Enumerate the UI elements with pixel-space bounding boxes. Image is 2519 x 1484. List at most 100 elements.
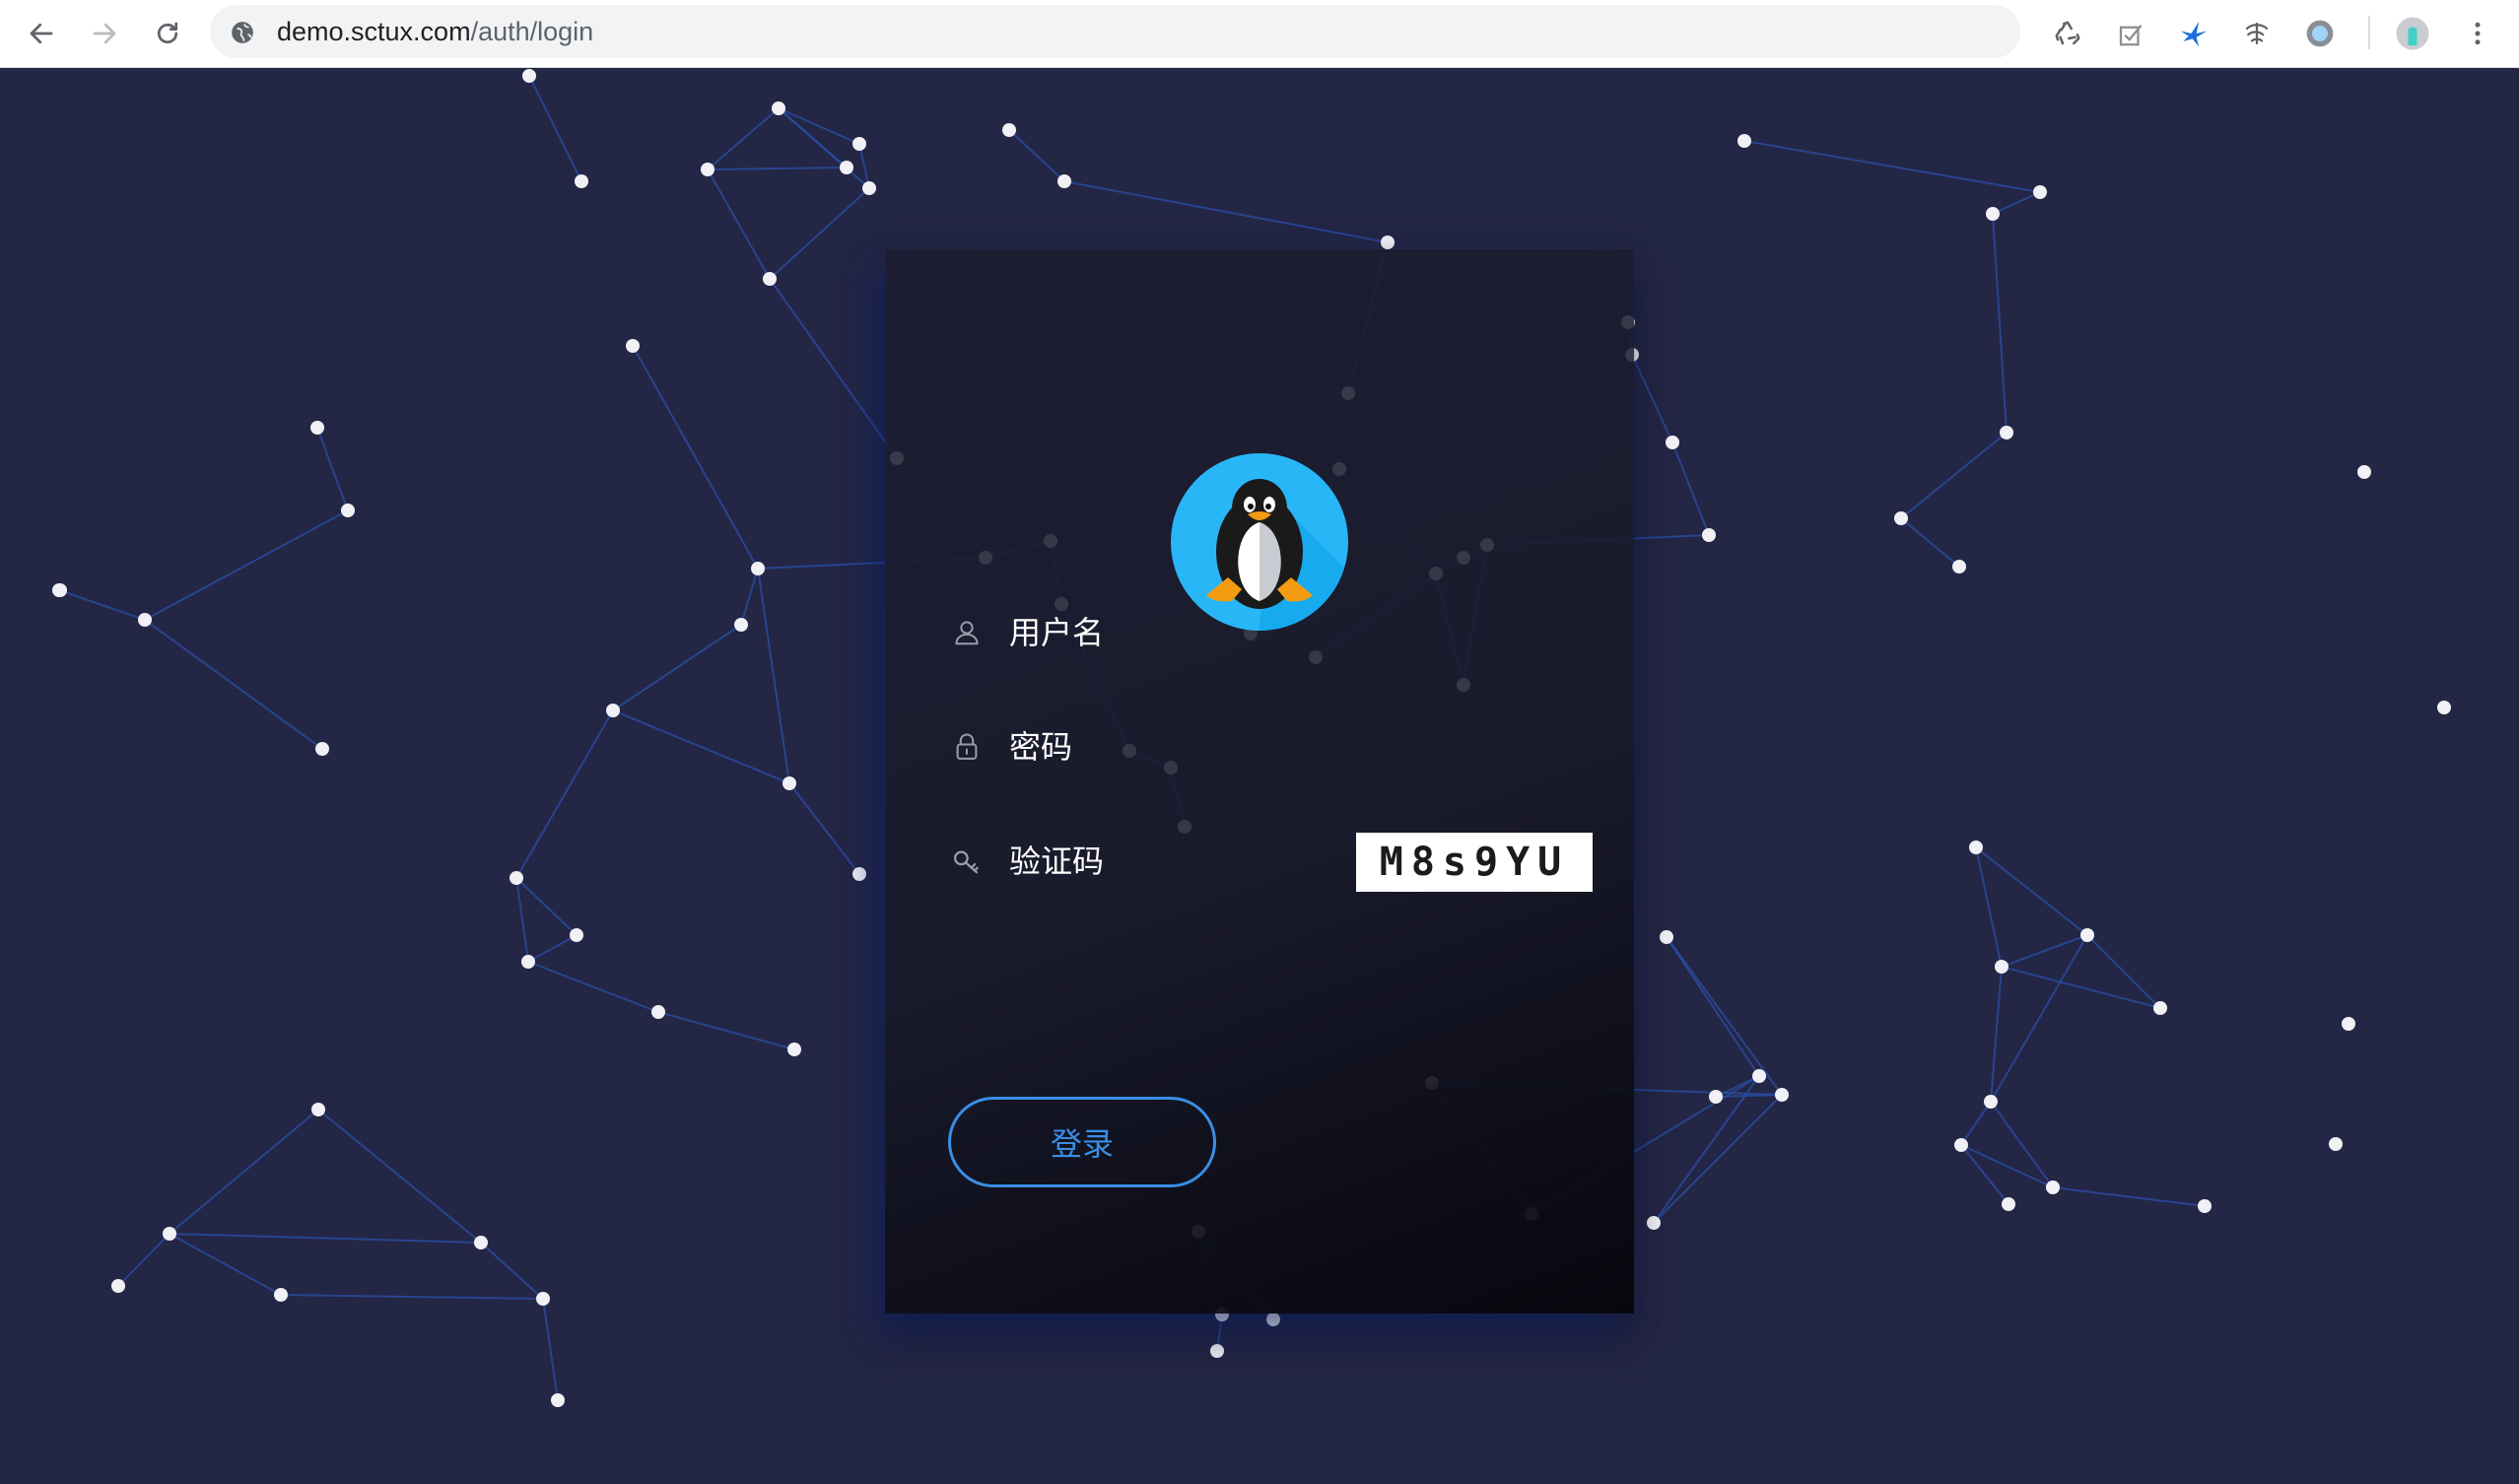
network-link (515, 877, 578, 936)
network-link (144, 619, 323, 750)
network-link (169, 1109, 319, 1235)
swirl-icon (2245, 22, 2269, 45)
network-node (852, 867, 866, 881)
back-button[interactable] (22, 14, 61, 53)
network-link (1008, 129, 1065, 182)
network-link (707, 107, 780, 170)
captcha-field: M8s9YU (952, 833, 1593, 892)
network-link (1990, 934, 2088, 1103)
network-node (852, 137, 866, 151)
network-link (1671, 441, 1710, 536)
network-node (510, 871, 523, 885)
network-link (1900, 517, 1960, 568)
extension-clipboard[interactable] (2111, 14, 2150, 53)
browser-toolbar: demo.sctux.com/auth/login (0, 0, 2519, 68)
network-link (1063, 180, 1389, 243)
network-node (2357, 465, 2371, 479)
network-node (1702, 528, 1716, 542)
network-node (2000, 426, 2013, 439)
extension-circle[interactable] (2300, 14, 2340, 53)
reload-icon (157, 22, 178, 44)
network-link (480, 1242, 544, 1300)
network-link (788, 782, 860, 875)
url-host: demo.sctux.com (277, 17, 471, 46)
network-link (707, 169, 771, 280)
user-icon (955, 621, 979, 645)
network-node (310, 421, 324, 435)
network-node (2033, 185, 2047, 199)
network-node (1952, 560, 1966, 573)
network-node (606, 704, 620, 717)
lock-icon (956, 733, 978, 760)
network-node (2080, 928, 2094, 942)
network-node (1660, 930, 1673, 944)
network-link (707, 167, 848, 170)
network-link (1960, 1144, 2009, 1205)
network-node (787, 1043, 801, 1056)
bird-icon (2180, 22, 2208, 47)
network-node (1752, 1069, 1766, 1083)
network-node (783, 776, 796, 790)
network-link (778, 107, 860, 145)
network-node (1647, 1216, 1661, 1230)
network-link (527, 961, 659, 1013)
extension-bird[interactable] (2174, 14, 2213, 53)
network-node (1984, 1095, 1998, 1109)
network-node (274, 1288, 288, 1302)
network-link (1900, 432, 2008, 519)
arrow-left-icon (30, 23, 53, 44)
network-node (1057, 174, 1071, 188)
network-node (1894, 511, 1908, 525)
arrow-right-icon (93, 23, 116, 44)
network-link (117, 1233, 170, 1287)
network-node (1969, 841, 1983, 854)
forward-button[interactable] (85, 14, 124, 53)
network-node (651, 1005, 665, 1019)
network-node (53, 583, 67, 597)
extension-recycle[interactable] (2048, 14, 2087, 53)
network-link (515, 877, 529, 963)
username-input[interactable] (1009, 604, 1246, 661)
network-node (734, 618, 748, 632)
network-node (474, 1236, 488, 1249)
password-field (952, 718, 1504, 776)
network-node (536, 1292, 550, 1306)
network-link (657, 1011, 795, 1050)
network-node (2046, 1180, 2060, 1194)
network-node (751, 562, 765, 575)
profile-icon (2396, 17, 2429, 50)
network-node (2153, 1001, 2167, 1015)
network-link (280, 1294, 544, 1300)
circle-extension-icon (2306, 20, 2334, 47)
login-button[interactable]: 登录 (948, 1097, 1216, 1187)
network-node (551, 1393, 565, 1407)
network-node (1986, 207, 2000, 221)
extension-swirl[interactable] (2237, 14, 2277, 53)
password-input[interactable] (1009, 718, 1246, 776)
network-link (1990, 966, 2003, 1103)
globe-icon (232, 22, 253, 43)
network-link (542, 1298, 559, 1401)
network-link (2052, 1186, 2206, 1207)
network-node (1775, 1088, 1789, 1102)
profile-avatar[interactable] (2393, 14, 2432, 53)
url-path: /auth/login (470, 17, 594, 46)
network-node (163, 1227, 176, 1241)
network-node (570, 928, 583, 942)
network-node (311, 1103, 325, 1116)
network-node (2342, 1017, 2355, 1031)
captcha-image[interactable]: M8s9YU (1356, 833, 1593, 892)
reload-button[interactable] (148, 14, 187, 53)
network-link (1666, 936, 1783, 1096)
address-bar[interactable]: demo.sctux.com/auth/login (210, 5, 2020, 58)
recycle-icon (2055, 21, 2080, 45)
network-node (575, 174, 588, 188)
network-node (1002, 123, 1016, 137)
browser-menu-button[interactable] (2458, 14, 2497, 53)
network-link (2001, 966, 2161, 1009)
network-link (769, 278, 898, 459)
network-node (1954, 1138, 1968, 1152)
captcha-input[interactable] (1009, 833, 1305, 890)
network-link (612, 709, 790, 784)
network-node (840, 161, 853, 174)
